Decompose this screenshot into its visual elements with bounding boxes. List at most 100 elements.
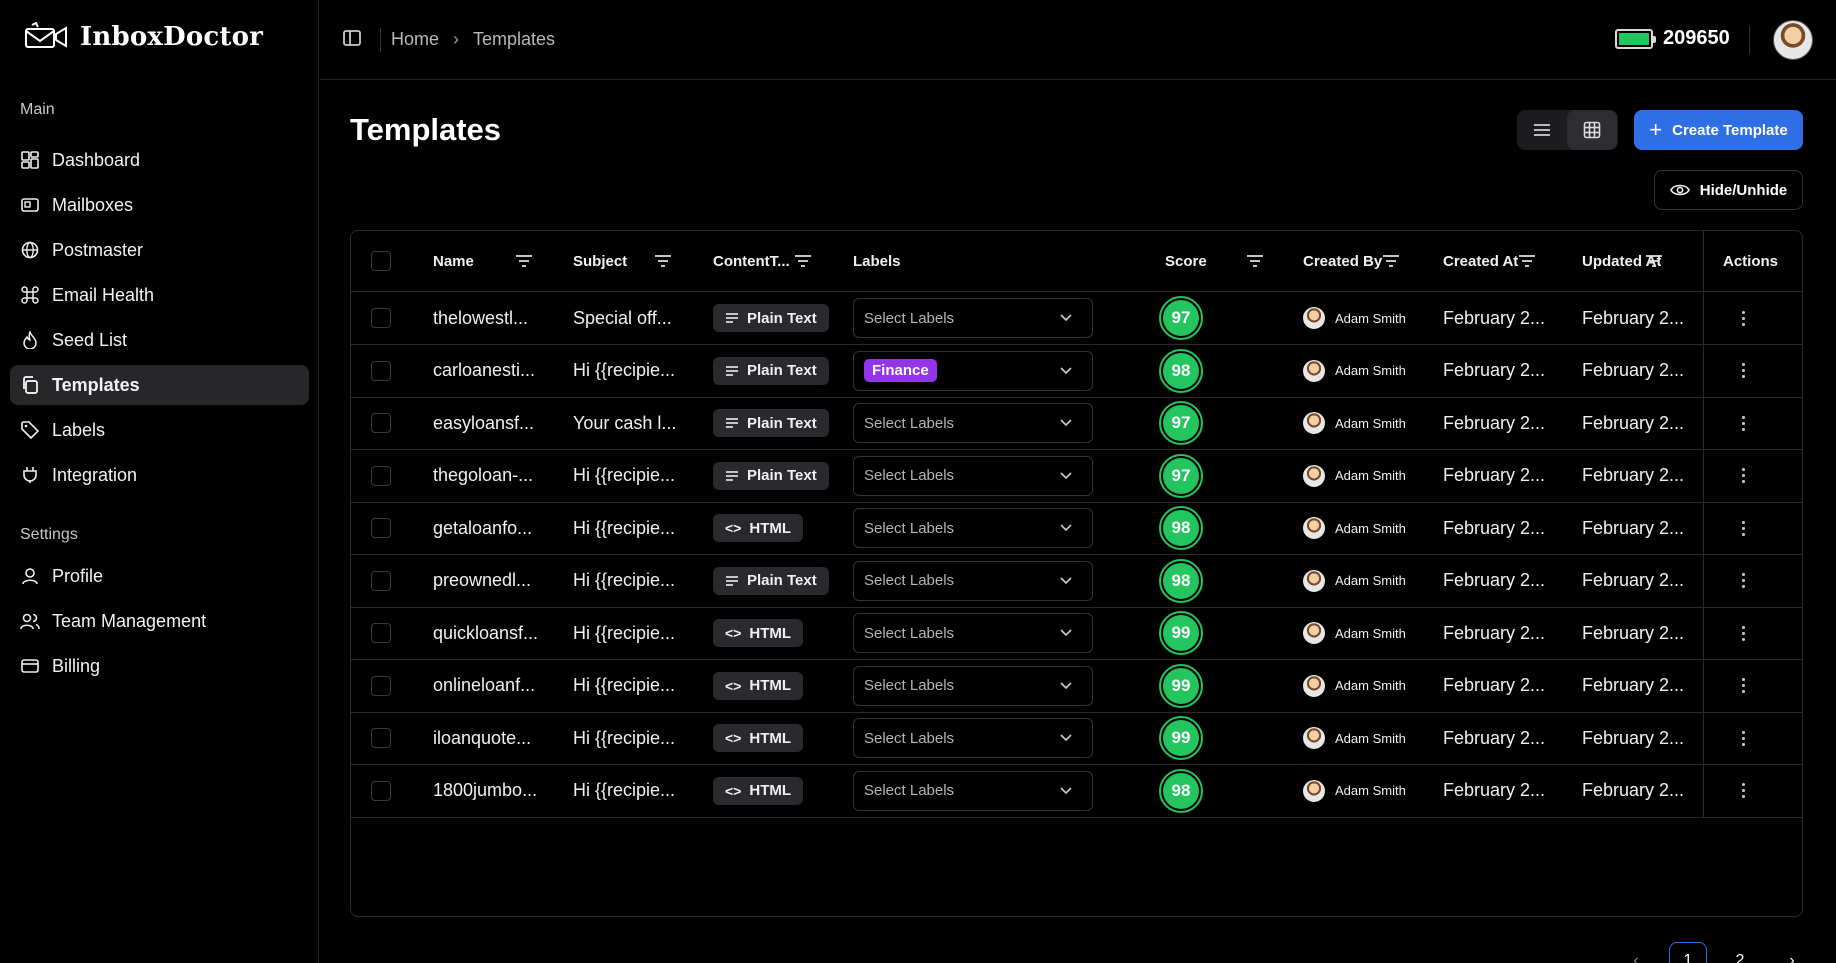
sidebar: InboxDoctor Main Dashboard Mailboxes Postm…	[0, 0, 319, 963]
updated-at: February 2...	[1582, 517, 1685, 538]
page-button-2[interactable]: 2	[1721, 942, 1759, 963]
row-checkbox[interactable]	[371, 623, 391, 643]
row-checkbox[interactable]	[371, 728, 391, 748]
actions-separator	[1703, 231, 1704, 291]
more-actions-icon[interactable]	[1742, 415, 1745, 431]
row-checkbox[interactable]	[371, 675, 391, 696]
more-actions-icon[interactable]	[1742, 520, 1745, 536]
labels-select[interactable]: Select Labels	[853, 718, 1093, 758]
filter-content-type-icon[interactable]	[794, 253, 812, 274]
sidebar-item-profile[interactable]: Profile	[10, 556, 309, 596]
labels-select[interactable]: Select Labels	[853, 560, 1093, 601]
template-name[interactable]: onlineloanf...	[433, 660, 563, 712]
row-checkbox[interactable]	[371, 308, 391, 328]
table-row[interactable]: carloanesti... Hi {{recipie... Plain Text F…	[351, 344, 1802, 398]
labels-select[interactable]: Select Labels	[853, 613, 1093, 653]
sidebar-item-dashboard[interactable]: Dashboard	[10, 140, 309, 180]
score-badge: 99	[1159, 663, 1203, 708]
template-name[interactable]: getaloanfo...	[433, 502, 563, 554]
row-checkbox[interactable]	[371, 570, 391, 591]
template-name[interactable]: preownedl...	[433, 555, 563, 607]
score-value: 97	[1163, 405, 1199, 441]
brand-logo[interactable]: InboxDoctor	[24, 22, 263, 52]
template-name[interactable]: iloanquote...	[433, 712, 563, 764]
table-row[interactable]: thelowestl... Special off... Plain Text Sel…	[351, 292, 1802, 345]
table-row[interactable]: getaloanfo... Hi {{recipie... <> HTML Select…	[351, 502, 1802, 555]
more-actions-icon[interactable]	[1742, 310, 1745, 326]
more-actions-icon[interactable]	[1742, 573, 1745, 588]
sidebar-item-team-management[interactable]: Team Management	[10, 601, 309, 641]
breadcrumb-home[interactable]: Home	[391, 29, 439, 50]
template-name[interactable]: 1800jumbo...	[433, 765, 563, 817]
sidebar-item-billing[interactable]: Billing	[10, 646, 309, 686]
filter-subject-icon[interactable]	[654, 253, 672, 274]
sidebar-item-mailboxes[interactable]: Mailboxes	[10, 185, 309, 225]
header-divider-right	[1749, 26, 1750, 54]
row-checkbox[interactable]	[371, 413, 391, 433]
row-checkbox[interactable]	[371, 465, 391, 486]
templates-table: Name Subject ContentT... Labels Score Cr…	[350, 230, 1803, 917]
col-created-by: Created By	[1303, 252, 1383, 270]
table-row[interactable]: iloanquote... Hi {{recipie... <> HTML Select…	[351, 712, 1802, 765]
filter-name-icon[interactable]	[515, 253, 533, 274]
sidebar-item-integration[interactable]: Integration	[10, 455, 309, 495]
labels-select[interactable]: Select Labels	[853, 403, 1093, 443]
table-row[interactable]: quickloansf... Hi {{recipie... <> HTML Selec…	[351, 607, 1802, 660]
template-name[interactable]: carloanesti...	[433, 345, 563, 397]
template-name[interactable]: easyloansf...	[433, 397, 563, 449]
select-all-checkbox[interactable]	[371, 251, 391, 271]
template-name[interactable]: thelowestl...	[433, 292, 563, 344]
sidebar-item-templates[interactable]: Templates	[10, 365, 309, 405]
chevron-down-icon	[1060, 419, 1072, 427]
labels-cell: Select Labels	[853, 502, 1093, 554]
filter-score-icon[interactable]	[1246, 253, 1264, 274]
row-checkbox[interactable]	[371, 780, 391, 801]
labels-select[interactable]: Select Labels	[853, 455, 1093, 496]
template-subject: Special off...	[573, 307, 672, 328]
labels-select[interactable]: Select Labels	[853, 508, 1093, 548]
score-badge: 97	[1159, 296, 1203, 340]
battery-icon	[1615, 28, 1656, 49]
labels-select[interactable]: Select Labels	[853, 298, 1093, 338]
filter-created-by-icon[interactable]	[1382, 253, 1400, 274]
created-at: February 2...	[1443, 780, 1546, 800]
table-row[interactable]: onlineloanf... Hi {{recipie... <> HTML Selec…	[351, 659, 1802, 713]
row-checkbox[interactable]	[371, 518, 391, 538]
row-checkbox[interactable]	[371, 360, 391, 381]
more-actions-icon[interactable]	[1742, 363, 1745, 378]
labels-placeholder: Select Labels	[864, 414, 955, 432]
more-actions-icon[interactable]	[1742, 730, 1745, 746]
template-name[interactable]: thegoloan-...	[433, 450, 563, 502]
sidebar-item-labels[interactable]: Labels	[10, 410, 309, 450]
table-row[interactable]: easyloansf... Your cash l... Plain Text Sel…	[351, 397, 1802, 450]
labels-select[interactable]: Select Labels	[853, 665, 1093, 706]
labels-select[interactable]: Finance	[853, 350, 1093, 391]
table-row[interactable]: preownedl... Hi {{recipie... Plain Text Sel…	[351, 554, 1802, 608]
sidebar-item-seed-list[interactable]: Seed List	[10, 320, 309, 360]
page-button-1[interactable]: 1	[1669, 942, 1707, 963]
grid-view-button[interactable]	[1567, 110, 1617, 150]
creator-name: Adam Smith	[1335, 310, 1406, 326]
more-actions-icon[interactable]	[1742, 783, 1745, 798]
filter-updated-at-icon[interactable]	[1645, 253, 1663, 274]
sidebar-toggle-icon[interactable]	[342, 28, 362, 53]
labels-select[interactable]: Select Labels	[853, 770, 1093, 811]
table-row[interactable]: thegoloan-... Hi {{recipie... Plain Text Se…	[351, 449, 1802, 503]
score-value: 98	[1163, 510, 1199, 546]
sidebar-item-email-health[interactable]: Email Health	[10, 275, 309, 315]
more-actions-icon[interactable]	[1742, 678, 1745, 693]
filter-created-at-icon[interactable]	[1518, 253, 1536, 274]
create-template-button[interactable]: + Create Template	[1634, 110, 1803, 150]
template-name[interactable]: quickloansf...	[433, 607, 563, 659]
user-avatar[interactable]	[1773, 20, 1813, 60]
hide-unhide-button[interactable]: Hide/Unhide	[1654, 170, 1803, 210]
labels-placeholder: Select Labels	[864, 729, 955, 747]
more-actions-icon[interactable]	[1742, 468, 1745, 483]
more-actions-icon[interactable]	[1742, 625, 1745, 641]
sidebar-item-postmaster[interactable]: Postmaster	[10, 230, 309, 270]
prev-page-button[interactable]: ‹	[1617, 942, 1655, 963]
table-row[interactable]: 1800jumbo... Hi {{recipie... <> HTML Select …	[351, 764, 1802, 818]
table-header-row: Name Subject ContentT... Labels Score Cr…	[351, 231, 1802, 292]
next-page-button[interactable]: ›	[1773, 942, 1811, 963]
list-view-button[interactable]	[1517, 110, 1567, 150]
